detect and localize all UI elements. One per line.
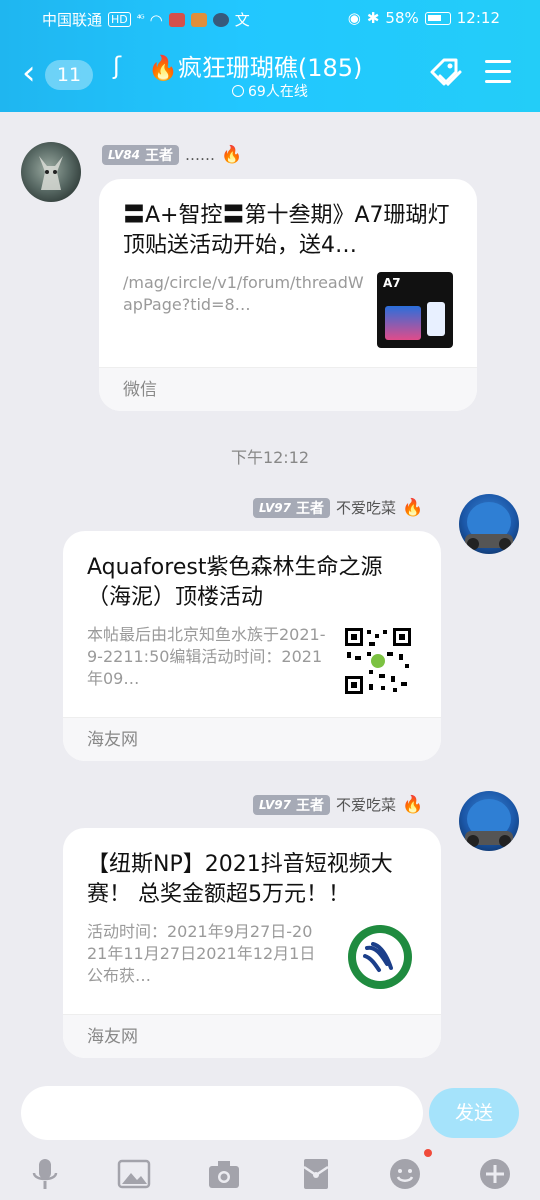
tag-link-icon[interactable]: [426, 54, 464, 92]
status-left: 中国联通 HD ⁴ᴳ ◠ 文: [42, 9, 250, 30]
chat-header: ‹ 11 ʃ 🔥疯狂珊瑚礁(185) 69人在线: [0, 36, 540, 112]
message-timestamp: 下午12:12: [230, 448, 310, 467]
wifi-icon: ◠: [149, 10, 163, 29]
input-bar: 发送: [0, 1077, 540, 1200]
back-unread-count[interactable]: 11: [45, 60, 93, 90]
bluetooth-icon: ✱: [366, 9, 380, 27]
plus-icon[interactable]: [478, 1157, 512, 1191]
qr-code-thumbnail: [343, 626, 413, 696]
online-check-icon: [232, 85, 244, 97]
battery-percent: 58%: [385, 9, 419, 27]
brand-logo-thumbnail: [348, 925, 412, 989]
online-status: 69人在线: [232, 81, 308, 101]
card-title: 【纽斯NP】2021抖音短视频大赛！ 总奖金额超5万元！！: [87, 852, 393, 907]
level-label: LV97: [259, 797, 291, 812]
online-count: 69人在线: [248, 84, 308, 100]
group-name: 疯狂珊瑚礁(185): [177, 54, 363, 82]
camera-icon[interactable]: [207, 1157, 241, 1191]
menu-icon[interactable]: [485, 60, 511, 84]
earpiece-mode-icon[interactable]: ʃ: [113, 52, 121, 80]
microphone-icon[interactable]: [28, 1157, 62, 1191]
image-icon[interactable]: [117, 1157, 151, 1191]
share-card[interactable]: Aquaforest紫色森林生命之源（海泥）顶楼活动 本帖最后由北京知鱼水族于2…: [63, 531, 441, 761]
sender-avatar[interactable]: [459, 791, 519, 851]
chat-area[interactable]: LV84 王者 …… 🔥 〓A+智控〓第十叁期》A7珊瑚灯顶贴送活动开始，送4… …: [0, 112, 540, 1077]
fire-icon: 🔥: [402, 794, 424, 815]
clock: 12:12: [456, 9, 500, 27]
rank-label: 王者: [295, 500, 324, 517]
emoji-notification-dot: [424, 1149, 432, 1157]
card-description: 本帖最后由北京知鱼水族于2021-9-2211:50编辑活动时间：2021年09…: [87, 625, 326, 688]
sender-meta: LV97 王者 不爱吃菜 🔥: [253, 497, 423, 518]
level-badge: LV97 王者: [253, 794, 330, 815]
card-thumbnail: A7: [377, 272, 453, 348]
level-label: LV97: [259, 500, 291, 515]
top-bar: 中国联通 HD ⁴ᴳ ◠ 文 ◉ ✱ 58% 12:12 ‹ 11 ʃ 🔥疯狂珊…: [0, 0, 540, 112]
sender-avatar[interactable]: [21, 142, 81, 202]
red-packet-icon[interactable]: [299, 1157, 333, 1191]
card-source: 海友网: [63, 1014, 441, 1058]
emoji-icon[interactable]: [388, 1157, 422, 1191]
battery-icon: [424, 11, 451, 25]
thumb-label: A7: [383, 276, 401, 290]
share-card[interactable]: 〓A+智控〓第十叁期》A7珊瑚灯顶贴送活动开始，送4… /mag/circle/…: [99, 179, 477, 411]
sender-avatar[interactable]: [459, 494, 519, 554]
card-title: Aquaforest紫色森林生命之源（海泥）顶楼活动: [87, 555, 383, 610]
app-notification-icon-3: [212, 12, 229, 27]
status-right: ◉ ✱ 58% 12:12: [348, 9, 500, 27]
send-button[interactable]: 发送: [429, 1088, 519, 1138]
group-title: 🔥疯狂珊瑚礁(185): [148, 48, 362, 83]
carrier-label: 中国联通: [42, 11, 103, 29]
sender-meta: LV97 王者 不爱吃菜 🔥: [253, 794, 423, 815]
app-notification-icon: [168, 12, 185, 27]
fire-icon: 🔥: [220, 145, 243, 165]
hd-icon: HD: [108, 12, 131, 27]
card-source: 微信: [99, 367, 477, 411]
rank-label: 王者: [144, 148, 173, 164]
card-source: 海友网: [63, 717, 441, 761]
level-badge: LV97 王者: [253, 497, 330, 518]
card-title: 〓A+智控〓第十叁期》A7珊瑚灯顶贴送活动开始，送4…: [123, 203, 450, 258]
status-bar: 中国联通 HD ⁴ᴳ ◠ 文 ◉ ✱ 58% 12:12: [0, 0, 540, 36]
app-notification-icon-2: [190, 12, 207, 27]
signal-icon: ⁴ᴳ: [136, 14, 145, 25]
share-card[interactable]: 【纽斯NP】2021抖音短视频大赛！ 总奖金额超5万元！！ 活动时间：2021年…: [63, 828, 441, 1058]
level-label: LV84: [108, 148, 140, 162]
card-description: /mag/circle/v1/forum/threadWapPage?tid=8…: [123, 273, 364, 314]
translate-icon: 文: [234, 11, 250, 29]
sender-nickname: 不爱吃菜: [335, 796, 396, 814]
card-description: 活动时间：2021年9月27日-2021年11月27日2021年12月1日公布获…: [87, 922, 316, 985]
fire-icon: 🔥: [148, 54, 178, 82]
rank-label: 王者: [295, 797, 324, 814]
message-input[interactable]: [21, 1086, 423, 1140]
back-chevron-icon[interactable]: ‹: [22, 56, 36, 90]
sender-nickname: ……: [184, 146, 215, 164]
eye-icon: ◉: [347, 9, 361, 27]
fire-icon: 🔥: [402, 497, 424, 518]
level-badge: LV84 王者: [102, 145, 179, 165]
sender-meta: LV84 王者 …… 🔥: [102, 145, 242, 165]
sender-nickname: 不爱吃菜: [335, 499, 396, 517]
